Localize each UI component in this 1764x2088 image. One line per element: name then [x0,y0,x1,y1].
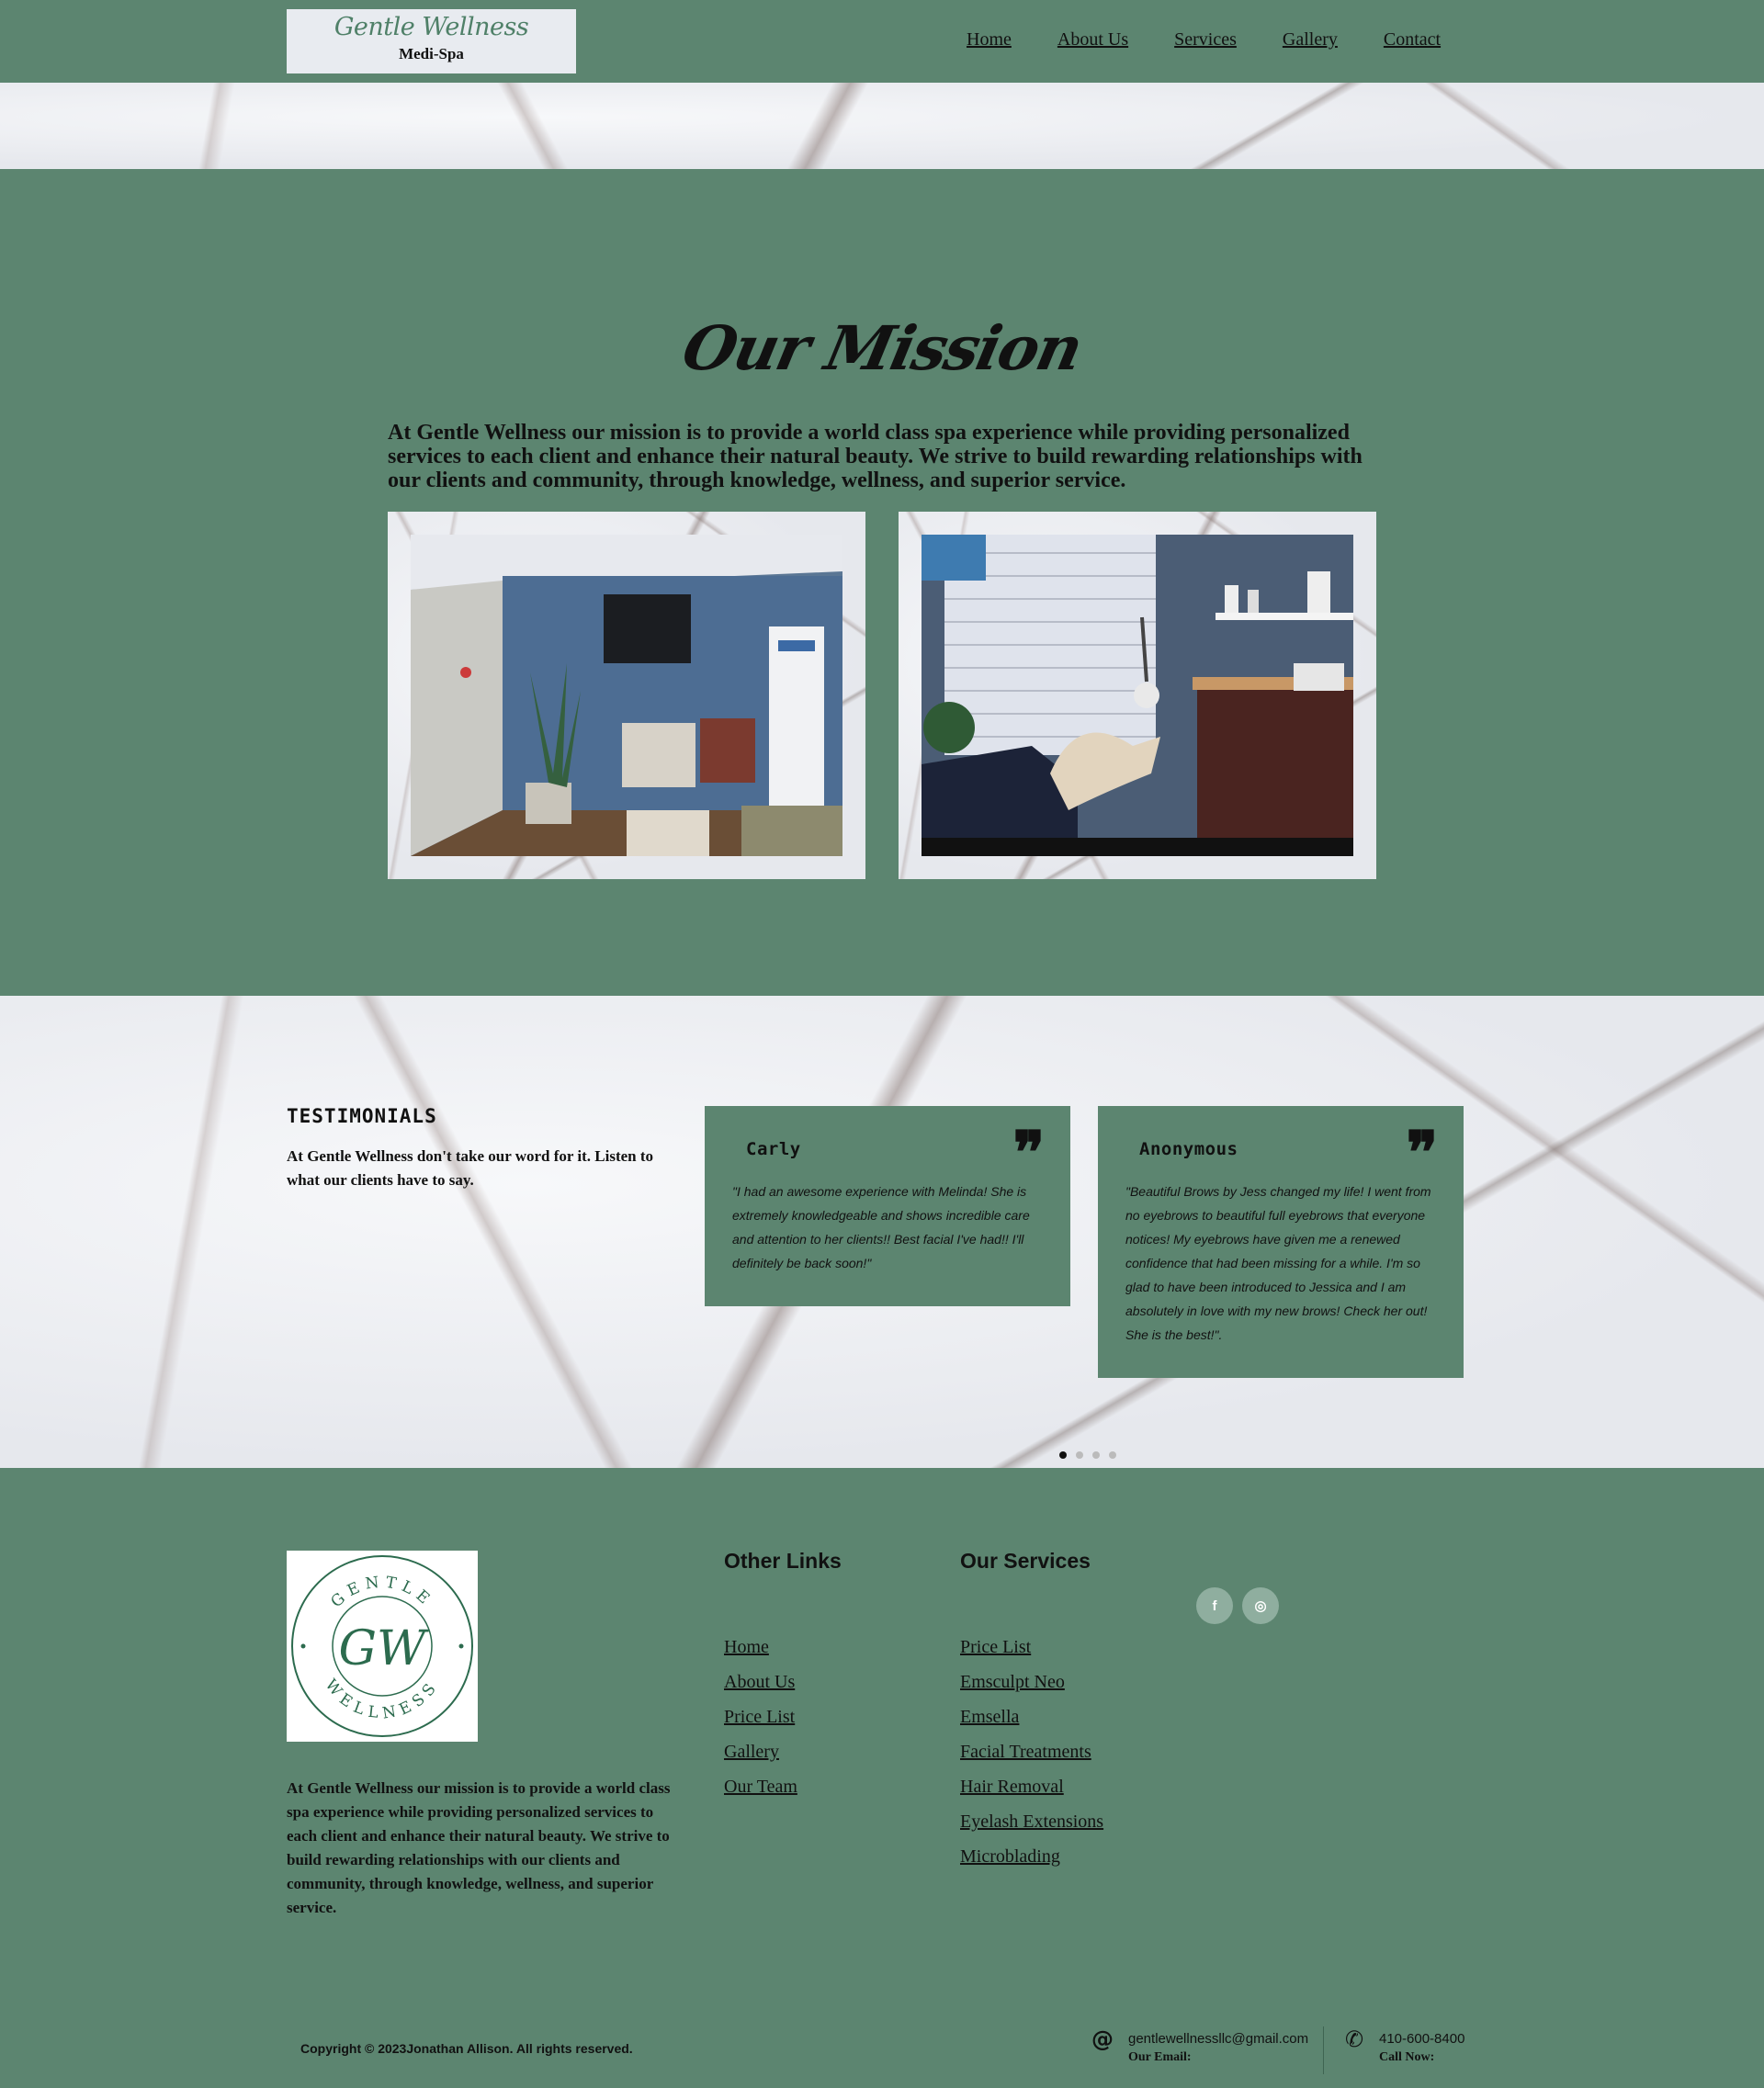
carousel-dots [1059,1451,1116,1459]
testimonial-text: "I had an awesome experience with Melind… [732,1184,1030,1270]
nav-about-us[interactable]: About Us [1057,29,1128,51]
service-link-emsella[interactable]: Emsella [960,1707,1019,1727]
nav-home[interactable]: Home [967,29,1012,51]
footer-logo-top-text: GENTLE [327,1573,431,1611]
site-logo[interactable]: Gentle Wellness Medi-Spa [287,9,576,73]
footer-link-home[interactable]: Home [724,1637,769,1657]
facebook-icon[interactable]: f [1196,1587,1233,1624]
testimonial-author: Anonymous [1139,1139,1238,1159]
photo-waiting-room-frame [388,512,865,879]
logo-script-text: Gentle Wellness [334,13,529,41]
nav-contact[interactable]: Contact [1384,29,1441,51]
testimonial-card-anonymous: Anonymous ❞ "Beautiful Brows by Jess cha… [1098,1106,1464,1378]
footer-link-gallery[interactable]: Gallery [724,1742,779,1762]
service-link-emsculpt-neo[interactable]: Emsculpt Neo [960,1672,1065,1692]
copyright-text: Copyright © 2023Jonathan Allison. All ri… [300,2041,633,2056]
testimonial-author: Carly [746,1139,801,1159]
email-label: Our Email: [1128,2050,1192,2064]
testimonials-subtitle: At Gentle Wellness don't take our word f… [287,1147,654,1189]
phone-link[interactable]: 410-600-8400 [1379,2031,1464,2047]
service-link-price-list[interactable]: Price List [960,1637,1031,1657]
testimonial-text: "Beautiful Brows by Jess changed my life… [1125,1184,1431,1342]
service-link-facial-treatments[interactable]: Facial Treatments [960,1742,1091,1762]
mission-title: Our Mission [676,312,1088,384]
phone-icon: ✆ [1345,2026,1364,2052]
instagram-icon[interactable]: ◎ [1242,1587,1279,1624]
nav-gallery[interactable]: Gallery [1283,29,1338,51]
our-services-title: Our Services [960,1549,1091,1573]
footer-link-our-team[interactable]: Our Team [724,1777,797,1797]
other-links-list: Home About Us Price List Gallery Our Tea… [724,1630,797,1804]
quote-icon: ❞ [1012,1119,1045,1188]
email-icon: @ [1091,2026,1114,2052]
footer-link-about-us[interactable]: About Us [724,1672,795,1692]
nav-services[interactable]: Services [1174,29,1237,51]
quote-icon: ❞ [1406,1119,1438,1188]
main-nav: Home About Us Services Gallery Contact [967,29,1487,51]
footer-logo-monogram: GW [339,1621,430,1676]
hero-marble-banner [0,83,1764,169]
svg-text:WELLNESS: WELLNESS [322,1676,444,1722]
service-link-eyelash-extensions[interactable]: Eyelash Extensions [960,1811,1103,1832]
footer-about-text: At Gentle Wellness our mission is to pro… [287,1779,671,1916]
carousel-dot-4[interactable] [1109,1451,1116,1459]
phone-label: Call Now: [1379,2050,1435,2064]
photo-waiting-room [411,535,842,856]
svg-text:GENTLE: GENTLE [327,1573,436,1611]
mission-text: At Gentle Wellness our mission is to pro… [388,421,1363,492]
service-link-microblading[interactable]: Microblading [960,1846,1060,1867]
carousel-dot-2[interactable] [1076,1451,1083,1459]
contact-divider [1323,2026,1324,2074]
carousel-dot-1[interactable] [1059,1451,1067,1459]
services-list: Price List Emsculpt Neo Emsella Facial T… [960,1630,1103,1874]
site-header: Gentle Wellness Medi-Spa Home About Us S… [0,0,1764,83]
photo-treatment-room [922,535,1353,856]
photo-treatment-room-frame [899,512,1376,879]
footer-logo-bottom-text: WELLNESS [322,1676,438,1722]
footer-link-price-list[interactable]: Price List [724,1707,795,1727]
logo-subtitle: Medi-Spa [399,45,464,62]
email-link[interactable]: gentlewellnessllc@gmail.com [1128,2031,1308,2047]
carousel-dot-3[interactable] [1092,1451,1100,1459]
testimonials-title: TESTIMONIALS [287,1105,437,1127]
service-link-hair-removal[interactable]: Hair Removal [960,1777,1064,1797]
testimonial-card-carly: Carly ❞ "I had an awesome experience wit… [705,1106,1070,1306]
footer-logo: GENTLE WELLNESS GW [287,1551,478,1742]
other-links-title: Other Links [724,1549,842,1573]
